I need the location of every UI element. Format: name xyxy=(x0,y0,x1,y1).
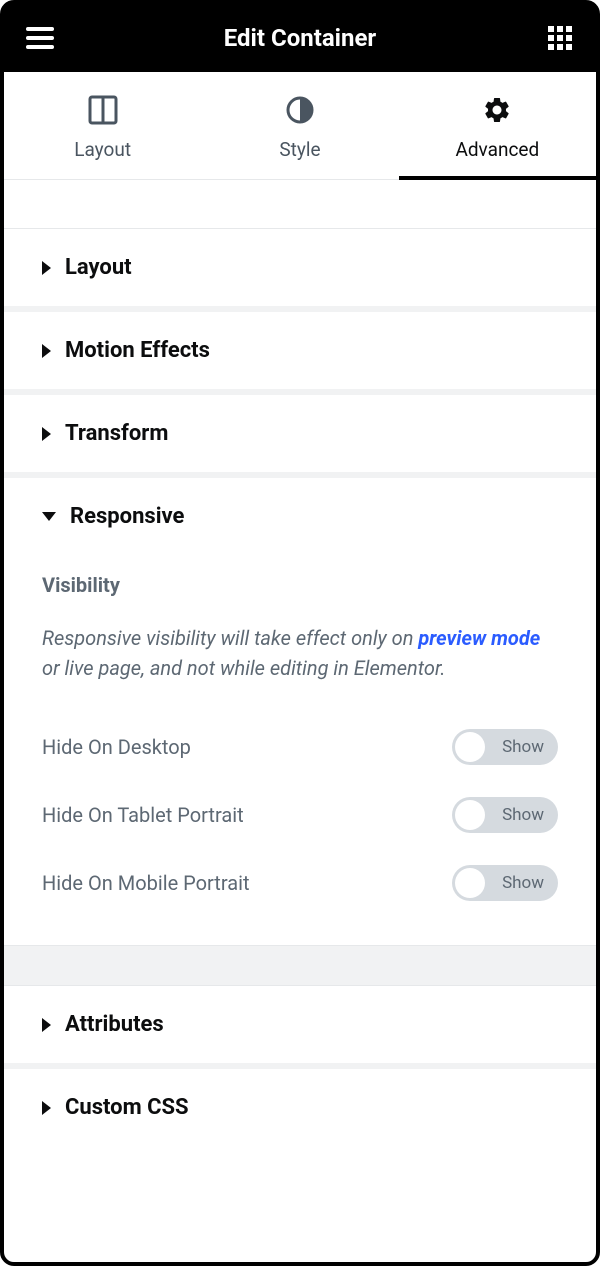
gear-icon xyxy=(399,92,596,128)
tabs: Layout Style Advanced xyxy=(4,72,596,180)
toggle-hide-desktop[interactable]: Show xyxy=(452,729,558,765)
topbar: Edit Container xyxy=(4,4,596,72)
section-title: Motion Effects xyxy=(65,338,210,363)
control-hide-tablet: Hide On Tablet Portrait Show xyxy=(42,781,558,849)
section-transform: Transform xyxy=(4,389,596,472)
section-head-customcss[interactable]: Custom CSS xyxy=(4,1069,596,1146)
visibility-subheading: Visibility xyxy=(42,573,558,597)
tab-label: Style xyxy=(201,138,398,161)
caret-right-icon xyxy=(42,344,51,358)
responsive-note: Responsive visibility will take effect o… xyxy=(42,623,558,683)
section-layout: Layout xyxy=(4,228,596,306)
toggle-text: Show xyxy=(502,737,544,757)
note-text-pre: Responsive visibility will take effect o… xyxy=(42,626,418,650)
toggle-knob xyxy=(455,800,485,830)
tab-label: Advanced xyxy=(399,138,596,161)
section-head-responsive[interactable]: Responsive xyxy=(4,478,596,555)
section-gap xyxy=(4,945,596,985)
toggle-knob xyxy=(455,868,485,898)
layout-icon xyxy=(4,92,201,128)
style-icon xyxy=(201,92,398,128)
content: Layout Motion Effects Transform Responsi… xyxy=(4,180,596,1146)
section-head-motion[interactable]: Motion Effects xyxy=(4,312,596,389)
tab-advanced[interactable]: Advanced xyxy=(399,72,596,179)
caret-down-icon xyxy=(42,512,56,521)
section-title: Responsive xyxy=(70,504,184,529)
section-title: Transform xyxy=(65,421,168,446)
section-motion-effects: Motion Effects xyxy=(4,306,596,389)
section-responsive: Responsive Visibility Responsive visibil… xyxy=(4,472,596,945)
toggle-hide-tablet[interactable]: Show xyxy=(452,797,558,833)
section-body-responsive: Visibility Responsive visibility will ta… xyxy=(4,573,596,945)
toggle-text: Show xyxy=(502,805,544,825)
control-hide-mobile: Hide On Mobile Portrait Show xyxy=(42,849,558,917)
caret-right-icon xyxy=(42,1101,51,1115)
apps-icon[interactable] xyxy=(544,22,576,54)
section-attributes: Attributes xyxy=(4,985,596,1063)
control-label: Hide On Mobile Portrait xyxy=(42,871,250,895)
tab-label: Layout xyxy=(4,138,201,161)
tab-style[interactable]: Style xyxy=(201,72,398,179)
preview-mode-link[interactable]: preview mode xyxy=(418,626,540,650)
toggle-knob xyxy=(455,732,485,762)
page-title: Edit Container xyxy=(224,24,376,52)
menu-icon[interactable] xyxy=(24,22,56,54)
control-label: Hide On Desktop xyxy=(42,735,191,759)
control-hide-desktop: Hide On Desktop Show xyxy=(42,713,558,781)
section-custom-css: Custom CSS xyxy=(4,1063,596,1146)
section-title: Custom CSS xyxy=(65,1095,189,1120)
toggle-text: Show xyxy=(502,873,544,893)
section-head-layout[interactable]: Layout xyxy=(4,229,596,306)
control-label: Hide On Tablet Portrait xyxy=(42,803,244,827)
spacer xyxy=(4,180,596,228)
note-text-post: or live page, and not while editing in E… xyxy=(42,656,445,680)
section-title: Layout xyxy=(65,255,132,280)
section-head-attributes[interactable]: Attributes xyxy=(4,986,596,1063)
toggle-hide-mobile[interactable]: Show xyxy=(452,865,558,901)
caret-right-icon xyxy=(42,261,51,275)
caret-right-icon xyxy=(42,1018,51,1032)
caret-right-icon xyxy=(42,427,51,441)
section-head-transform[interactable]: Transform xyxy=(4,395,596,472)
section-title: Attributes xyxy=(65,1012,164,1037)
tab-layout[interactable]: Layout xyxy=(4,72,201,179)
